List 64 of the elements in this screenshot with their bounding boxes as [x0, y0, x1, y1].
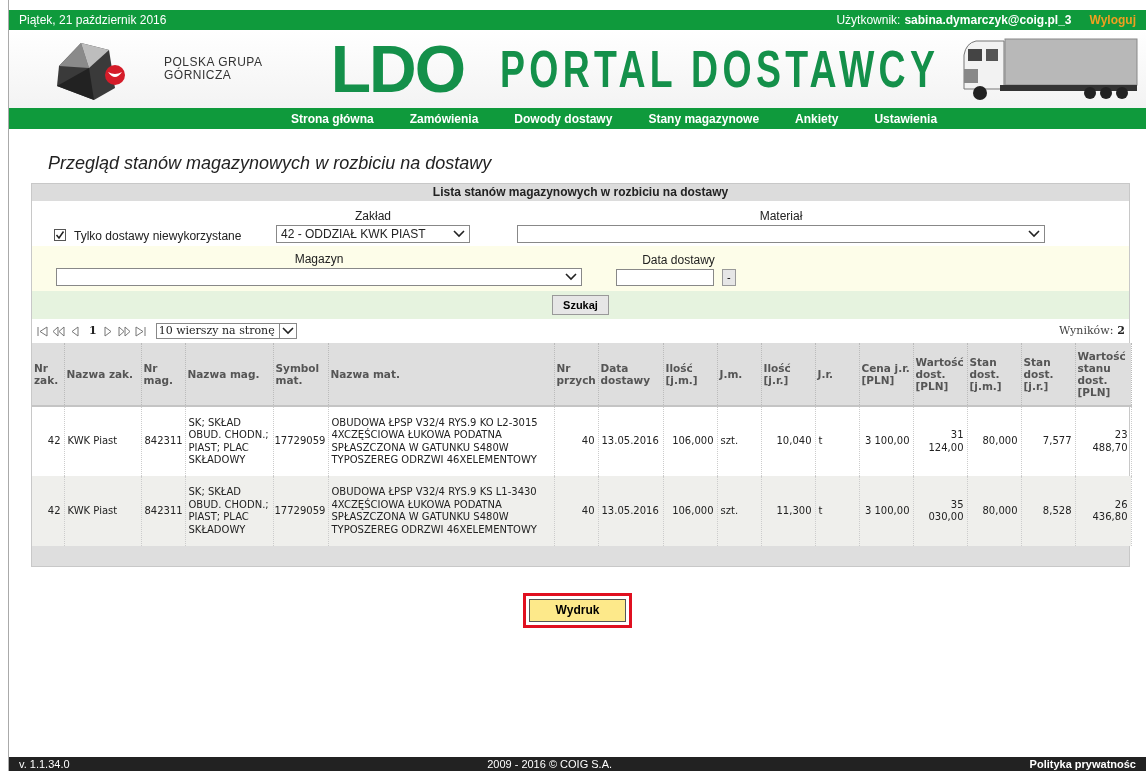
privacy-link[interactable]: Polityka prywatnośc	[1029, 757, 1136, 771]
copyright-text: 2009 - 2016 © COIG S.A.	[487, 757, 613, 771]
column-header: Nr mag.	[141, 343, 185, 406]
nav-link[interactable]: Stany magazynowe	[648, 109, 760, 128]
nav-link[interactable]: Ustawienia	[874, 109, 938, 128]
page-size-select[interactable]: 10 wierszy na stronę	[155, 323, 297, 339]
column-header: Stan dost. [j.r.]	[1021, 343, 1075, 406]
column-header: Nr przych	[554, 343, 598, 406]
column-header: J.m.	[717, 343, 761, 406]
column-header: J.r.	[815, 343, 859, 406]
table-cell: 8,528	[1021, 476, 1075, 546]
date-picker-button[interactable]: -	[722, 269, 736, 286]
table-cell: OBUDOWA ŁPSP V32/4 RYS.9 KS L1-3430 4XCZĘŚCIOWA ŁUKOWA PODATNA SPŁASZCZONA W GATUNKU S480W TYPOSZEREG ODRZWI 46XELEMENTOWY	[328, 476, 554, 546]
logo-text: POLSKA GRUPA GÓRNICZA	[164, 56, 263, 82]
table-cell: 106,000	[663, 476, 717, 546]
column-header: Stan dost. [j.m.]	[967, 343, 1021, 406]
search-button[interactable]: Szukaj	[552, 295, 609, 315]
panel-title: Lista stanów magazynowych w rozbiciu na dostawy	[32, 184, 1129, 201]
column-header: Nr zak.	[32, 343, 64, 406]
column-header: Cena j.r. [PLN]	[859, 343, 913, 406]
nav-link[interactable]: Zamówienia	[409, 109, 479, 128]
nav-link[interactable]: Strona główna	[291, 109, 374, 128]
table-cell: t	[815, 476, 859, 546]
column-header: Wartość stanu dost. [PLN]	[1075, 343, 1131, 406]
column-header: Wartość dost. [PLN]	[913, 343, 967, 406]
page-number[interactable]: 1	[89, 322, 97, 340]
table-cell: 26 436,80	[1075, 476, 1131, 546]
column-header: Ilość [j.r.]	[761, 343, 815, 406]
table-cell: 11,300	[761, 476, 815, 546]
column-header: Nazwa mat.	[328, 343, 554, 406]
field-label: Materiał	[758, 208, 804, 225]
version-text: v. 1.1.34.0	[19, 757, 70, 771]
table-cell: SK; SKŁAD OBUD. CHODN.; PIAST; PLAC SKŁADOWY	[185, 476, 273, 546]
table-cell: 13.05.2016	[598, 476, 663, 546]
column-header: Nazwa mag.	[185, 343, 273, 406]
table-cell: KWK Piast	[64, 476, 141, 546]
table-cell: 3 100,00	[859, 476, 913, 546]
nav-link[interactable]: Dowody dostawy	[514, 109, 613, 128]
results-label: Wyników:	[1059, 322, 1114, 339]
column-header: Symbol mat.	[273, 343, 328, 406]
field-label: Magazyn	[293, 251, 345, 268]
table-cell: 17729059	[273, 476, 328, 546]
page-title: Przegląd stanów magazynowych w rozbiciu na dostawy	[48, 152, 493, 174]
table-cell: 40	[554, 476, 598, 546]
table-cell: 42	[32, 476, 64, 546]
table-cell: 842311	[141, 476, 185, 546]
select-field[interactable]: 42 - ODDZIAŁ KWK PIAST	[276, 225, 470, 243]
column-header: Data dostawy	[598, 343, 663, 406]
field-label: Zakład	[354, 208, 392, 225]
user-name: sabina.dymarczyk@coig.pl_3	[904, 12, 1072, 29]
results-count: 2	[1117, 322, 1125, 339]
table-cell: 80,000	[967, 476, 1021, 546]
nav-link[interactable]: Ankiety	[795, 109, 839, 128]
print-button[interactable]: Wydruk	[528, 599, 627, 622]
table-cell: szt.	[717, 476, 761, 546]
column-header: Ilość [j.m.]	[663, 343, 717, 406]
field-label: Data dostawy	[641, 252, 716, 269]
banner-title: LDO	[330, 36, 464, 102]
date-text: Piątek, 21 październik 2016	[19, 12, 167, 29]
banner-subtitle: PORTAL DOSTAWCY	[500, 43, 940, 95]
column-header: Nazwa zak.	[64, 343, 141, 406]
user-label: Użytkownik:	[836, 12, 901, 29]
table-cell: 35 030,00	[913, 476, 967, 546]
checkbox-label: Tylko dostawy niewykorzystane	[74, 228, 242, 245]
